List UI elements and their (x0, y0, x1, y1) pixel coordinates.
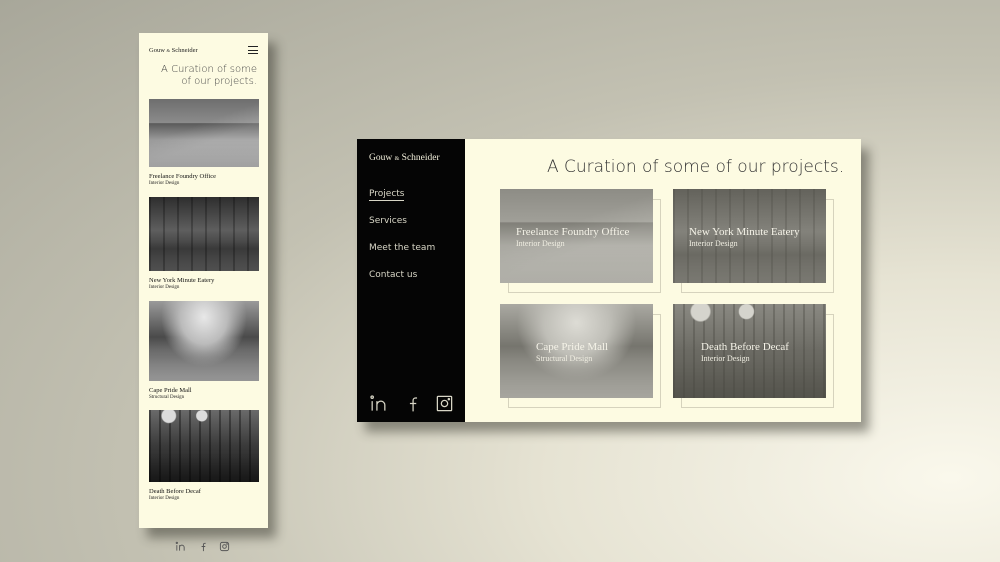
project-title: Death Before Decaf (701, 341, 789, 353)
project-card[interactable]: New York Minute Eatery Interior Design (673, 189, 834, 293)
page-title: A Curation of some of our projects. (547, 157, 845, 177)
project-category: Interior Design (149, 496, 180, 501)
facebook-icon[interactable] (197, 541, 208, 552)
project-card[interactable]: Death Before Decaf Interior Design (149, 410, 259, 501)
page-title: A Curation of some of our projects. (161, 64, 257, 87)
project-card[interactable]: Death Before Decaf Interior Design (673, 304, 834, 408)
project-image (149, 410, 259, 482)
project-title: Death Before Decaf (149, 488, 201, 495)
nav-item-meet-the-team[interactable]: Meet the team (369, 242, 435, 269)
social-links (175, 541, 230, 552)
social-links (369, 394, 454, 413)
hamburger-icon[interactable] (248, 46, 258, 54)
brand-logo[interactable]: Gouw & Schneider (369, 153, 440, 163)
project-title: Freelance Foundry Office (149, 173, 217, 180)
project-title: Freelance Foundry Office (516, 226, 630, 238)
project-image (149, 99, 259, 167)
project-card[interactable]: Freelance Foundry Office Interior Design (500, 189, 661, 293)
project-title: New York Minute Eatery (149, 277, 215, 284)
instagram-icon[interactable] (219, 541, 230, 552)
project-category: Interior Design (149, 181, 180, 186)
mobile-mockup: Gouw & Schneider A Curation of some of o… (139, 33, 268, 552)
facebook-icon[interactable] (402, 394, 421, 413)
project-category: Interior Design (701, 354, 750, 363)
project-card[interactable]: Freelance Foundry Office Interior Design (149, 99, 259, 186)
project-image (149, 301, 259, 381)
linkedin-icon[interactable] (369, 394, 388, 413)
nav-item-projects[interactable]: Projects (369, 188, 435, 215)
project-card[interactable]: New York Minute Eatery Interior Design (149, 197, 259, 290)
instagram-icon[interactable] (435, 394, 454, 413)
brand-logo[interactable]: Gouw & Schneider (149, 47, 198, 54)
nav-item-services[interactable]: Services (369, 215, 435, 242)
project-title: Cape Pride Mall (149, 387, 192, 394)
project-card[interactable]: Cape Pride Mall Structural Design (500, 304, 661, 408)
project-card[interactable]: Cape Pride Mall Structural Design (149, 301, 259, 400)
project-category: Structural Design (149, 395, 185, 400)
desktop-mockup: Gouw & Schneider Projects Services Meet … (357, 139, 861, 422)
sidebar: Gouw & Schneider Projects Services Meet … (357, 139, 465, 422)
linkedin-icon[interactable] (175, 541, 186, 552)
sidebar-nav: Projects Services Meet the team Contact … (369, 188, 435, 296)
nav-item-contact-us[interactable]: Contact us (369, 269, 435, 296)
project-category: Interior Design (689, 239, 738, 248)
project-image (149, 197, 259, 271)
project-category: Interior Design (516, 239, 565, 248)
project-category: Structural Design (536, 354, 593, 363)
project-title: New York Minute Eatery (689, 226, 800, 238)
project-category: Interior Design (149, 285, 180, 290)
project-title: Cape Pride Mall (536, 341, 609, 353)
